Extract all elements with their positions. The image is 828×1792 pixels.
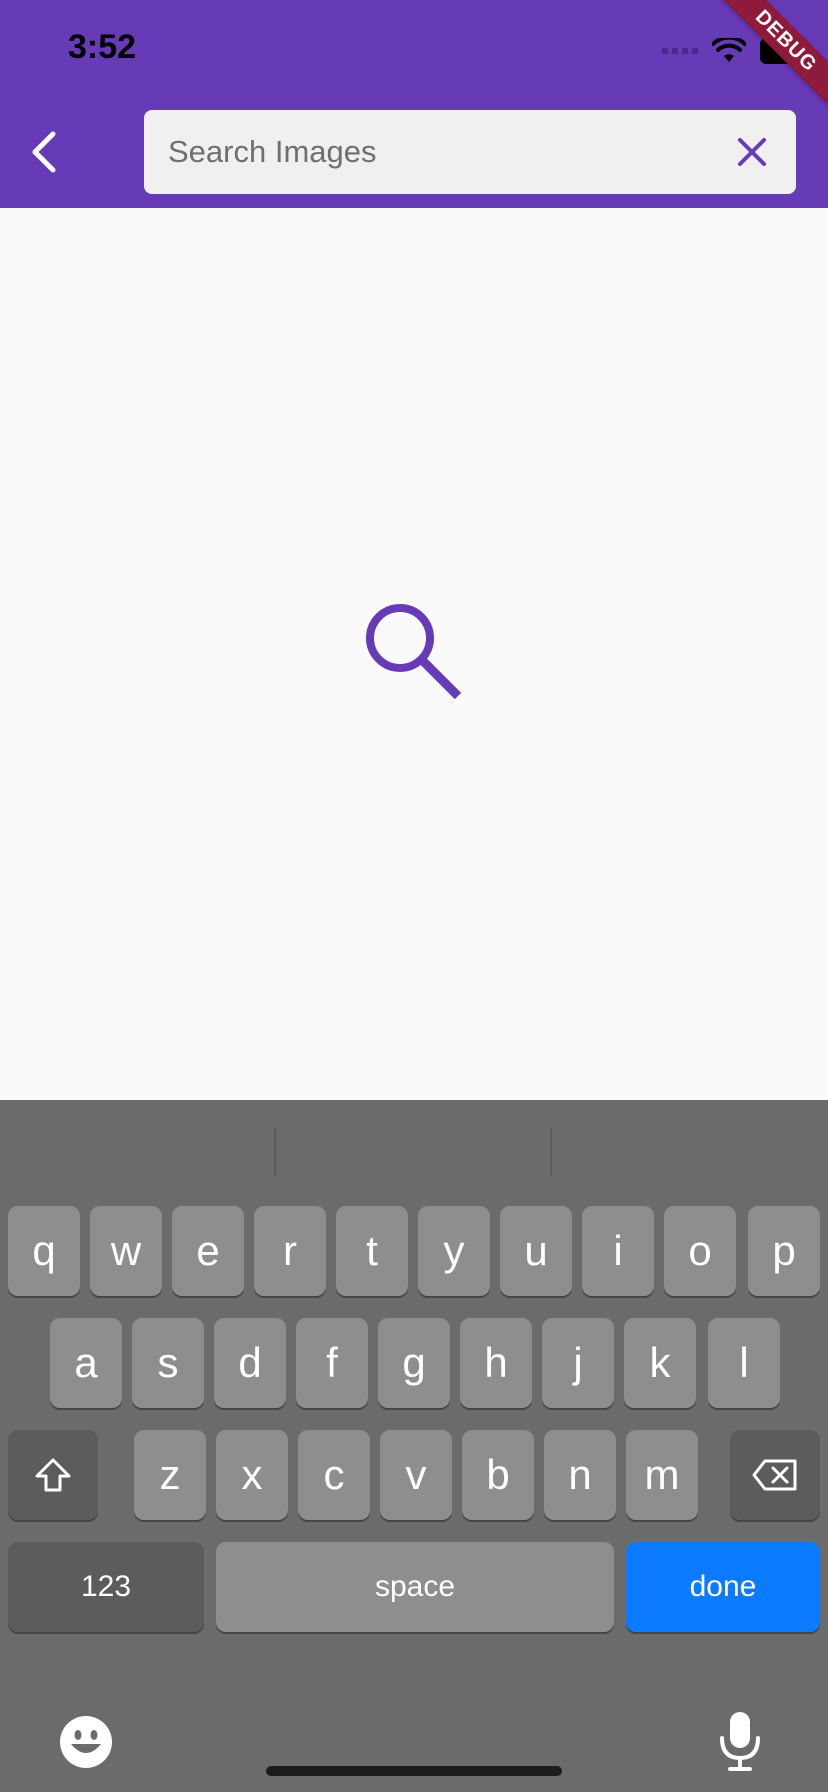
key-s[interactable]: s — [132, 1318, 204, 1408]
app-bar: 3:52 DEBUG — [0, 0, 828, 208]
key-k[interactable]: k — [624, 1318, 696, 1408]
shift-icon — [35, 1458, 71, 1492]
key-x[interactable]: x — [216, 1430, 288, 1520]
key-v[interactable]: v — [380, 1430, 452, 1520]
key-b[interactable]: b — [462, 1430, 534, 1520]
done-key[interactable]: done — [626, 1542, 820, 1632]
emoji-key[interactable] — [58, 1714, 114, 1775]
microphone-key[interactable] — [718, 1710, 762, 1777]
back-button[interactable] — [22, 122, 66, 182]
backspace-icon — [752, 1459, 797, 1491]
key-t[interactable]: t — [336, 1206, 408, 1296]
key-q[interactable]: q — [8, 1206, 80, 1296]
key-y[interactable]: y — [418, 1206, 490, 1296]
suggestion-divider — [550, 1128, 552, 1176]
key-a[interactable]: a — [50, 1318, 122, 1408]
key-w[interactable]: w — [90, 1206, 162, 1296]
key-j[interactable]: j — [542, 1318, 614, 1408]
key-o[interactable]: o — [664, 1206, 736, 1296]
key-h[interactable]: h — [460, 1318, 532, 1408]
key-d[interactable]: d — [214, 1318, 286, 1408]
key-p[interactable]: p — [748, 1206, 820, 1296]
microphone-icon — [720, 1712, 760, 1771]
wifi-icon — [712, 38, 746, 62]
key-l[interactable]: l — [708, 1318, 780, 1408]
search-icon — [362, 600, 466, 704]
search-box — [144, 110, 796, 194]
home-indicator[interactable] — [266, 1766, 562, 1776]
status-time: 3:52 — [68, 28, 137, 66]
keyboard: q w e r t y u i o p a s d f g h j k l z … — [0, 1100, 828, 1792]
key-g[interactable]: g — [378, 1318, 450, 1408]
key-e[interactable]: e — [172, 1206, 244, 1296]
cellular-signal-icon — [662, 48, 698, 54]
key-m[interactable]: m — [626, 1430, 698, 1520]
key-c[interactable]: c — [298, 1430, 370, 1520]
key-u[interactable]: u — [500, 1206, 572, 1296]
shift-key[interactable] — [8, 1430, 98, 1520]
emoji-icon — [60, 1716, 112, 1768]
delete-key[interactable] — [730, 1430, 820, 1520]
search-input[interactable] — [168, 110, 708, 194]
clear-search-button[interactable] — [726, 126, 778, 178]
close-icon — [738, 138, 766, 166]
key-f[interactable]: f — [296, 1318, 368, 1408]
space-key[interactable]: space — [216, 1542, 614, 1632]
key-i[interactable]: i — [582, 1206, 654, 1296]
suggestion-divider — [274, 1128, 276, 1176]
key-z[interactable]: z — [134, 1430, 206, 1520]
key-n[interactable]: n — [544, 1430, 616, 1520]
numbers-key[interactable]: 123 — [8, 1542, 204, 1632]
chevron-left-icon — [32, 131, 56, 173]
key-r[interactable]: r — [254, 1206, 326, 1296]
